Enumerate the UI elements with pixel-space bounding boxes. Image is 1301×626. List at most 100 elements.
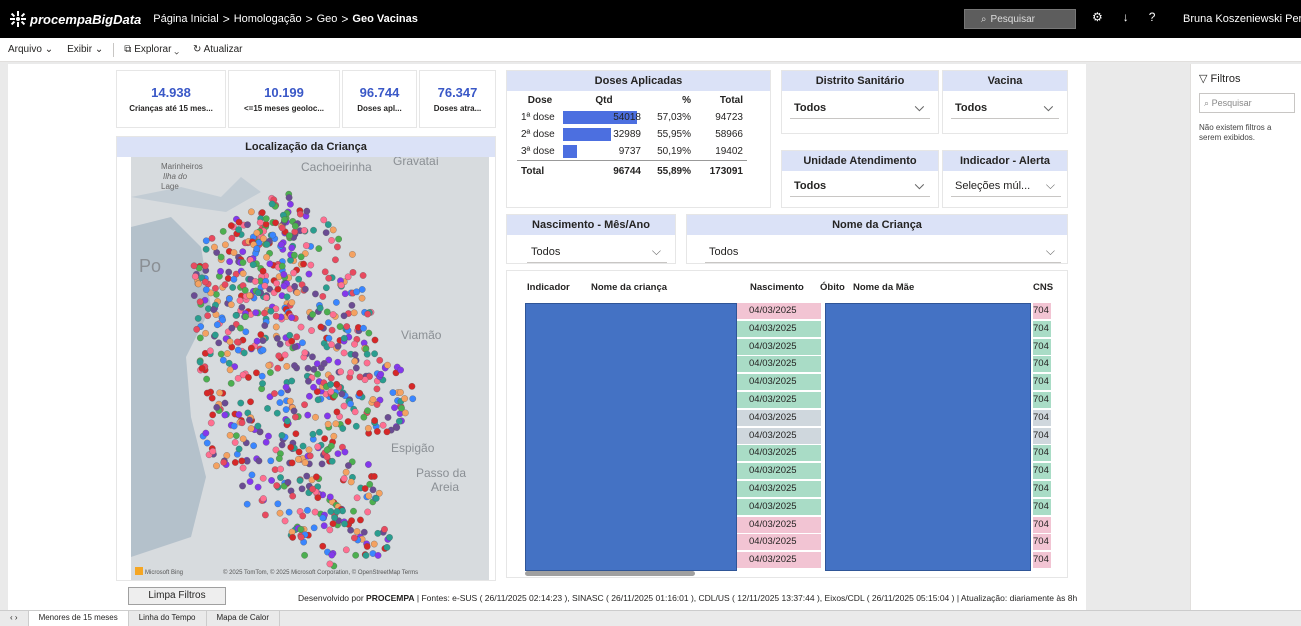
map-point[interactable] bbox=[208, 234, 216, 242]
map-point[interactable] bbox=[288, 299, 296, 306]
map-point[interactable] bbox=[364, 424, 372, 432]
map-point[interactable] bbox=[280, 282, 288, 290]
map-point[interactable] bbox=[230, 422, 238, 430]
map-point[interactable] bbox=[227, 379, 235, 387]
map-point[interactable] bbox=[341, 290, 349, 298]
map-point[interactable] bbox=[350, 309, 358, 317]
map-point[interactable] bbox=[339, 425, 347, 432]
map-point[interactable] bbox=[409, 395, 417, 403]
map-point[interactable] bbox=[289, 534, 296, 541]
map-point[interactable] bbox=[258, 372, 266, 380]
map-point[interactable] bbox=[301, 401, 308, 409]
col-obito[interactable]: Óbito bbox=[820, 282, 845, 293]
map-point[interactable] bbox=[300, 260, 307, 268]
map-point[interactable] bbox=[282, 406, 290, 413]
map-point[interactable] bbox=[351, 351, 359, 359]
map-point[interactable] bbox=[307, 261, 315, 269]
map-point[interactable] bbox=[325, 334, 333, 342]
map-point[interactable] bbox=[190, 262, 198, 270]
map-point[interactable] bbox=[245, 374, 252, 381]
map-point[interactable] bbox=[333, 508, 341, 515]
map-point[interactable] bbox=[322, 284, 330, 292]
map-point[interactable] bbox=[349, 251, 356, 258]
map-point[interactable] bbox=[345, 462, 352, 469]
map-point[interactable] bbox=[220, 459, 228, 466]
map-point[interactable] bbox=[235, 411, 243, 418]
map-point[interactable] bbox=[309, 485, 316, 493]
map-point[interactable] bbox=[219, 356, 227, 364]
indicador-dropdown[interactable]: Seleções múl... ⌵ bbox=[951, 175, 1061, 197]
map-point[interactable] bbox=[374, 428, 381, 435]
map-point[interactable] bbox=[304, 506, 311, 514]
map-point[interactable] bbox=[226, 258, 233, 265]
map-point[interactable] bbox=[253, 229, 261, 237]
map-point[interactable] bbox=[278, 441, 286, 449]
map-point[interactable] bbox=[267, 369, 274, 376]
map-point[interactable] bbox=[244, 221, 251, 229]
map-point[interactable] bbox=[363, 543, 371, 550]
map-point[interactable] bbox=[329, 311, 337, 318]
map-point[interactable] bbox=[372, 495, 380, 502]
map-point[interactable] bbox=[326, 526, 334, 534]
map-point[interactable] bbox=[224, 350, 231, 357]
map-point[interactable] bbox=[356, 389, 363, 397]
map-point[interactable] bbox=[234, 374, 242, 382]
map-point[interactable] bbox=[209, 411, 217, 419]
map-point[interactable] bbox=[277, 474, 284, 481]
map-point[interactable] bbox=[334, 243, 341, 251]
map-point[interactable] bbox=[286, 397, 294, 405]
map-point[interactable] bbox=[202, 329, 209, 337]
map-point[interactable] bbox=[265, 432, 272, 440]
map-point[interactable] bbox=[193, 326, 201, 333]
map-point[interactable] bbox=[288, 314, 295, 321]
map-point[interactable] bbox=[276, 340, 284, 348]
map-point[interactable] bbox=[383, 544, 391, 551]
map-point[interactable] bbox=[274, 335, 281, 342]
map-point[interactable] bbox=[225, 359, 233, 367]
map-point[interactable] bbox=[351, 340, 358, 348]
map-point[interactable] bbox=[316, 428, 323, 436]
map-point[interactable] bbox=[342, 468, 350, 476]
map-point[interactable] bbox=[299, 512, 307, 520]
map-point[interactable] bbox=[374, 530, 382, 537]
map-point[interactable] bbox=[408, 382, 416, 390]
map-point[interactable] bbox=[201, 278, 209, 286]
map-point[interactable] bbox=[297, 253, 305, 261]
map-point[interactable] bbox=[352, 551, 360, 559]
map-point[interactable] bbox=[312, 413, 319, 421]
map-point[interactable] bbox=[358, 294, 366, 302]
map-point[interactable] bbox=[288, 337, 296, 345]
map-point[interactable] bbox=[293, 289, 301, 296]
map-point[interactable] bbox=[303, 242, 310, 249]
map-point[interactable] bbox=[340, 334, 348, 342]
map-point[interactable] bbox=[226, 295, 233, 303]
map-point[interactable] bbox=[247, 398, 254, 406]
map-point[interactable] bbox=[290, 407, 298, 415]
map-point[interactable] bbox=[234, 346, 242, 354]
slicer-vacina[interactable]: Vacina Todos ⌵ bbox=[942, 70, 1068, 134]
map-point[interactable] bbox=[395, 417, 403, 425]
map-point[interactable] bbox=[384, 361, 391, 369]
map-point[interactable] bbox=[276, 399, 284, 406]
map-point[interactable] bbox=[327, 388, 335, 396]
breadcrumb-item-homologacao[interactable]: Homologação bbox=[234, 13, 302, 25]
map-point[interactable] bbox=[275, 352, 283, 360]
map-point[interactable] bbox=[329, 226, 337, 234]
map-point[interactable] bbox=[252, 278, 259, 285]
map-point[interactable] bbox=[231, 459, 239, 466]
map-point[interactable] bbox=[353, 494, 361, 502]
map-point[interactable] bbox=[352, 364, 360, 372]
map-point[interactable] bbox=[274, 500, 282, 508]
map-point[interactable] bbox=[327, 381, 334, 388]
map-point[interactable] bbox=[374, 552, 382, 559]
map-point[interactable] bbox=[357, 516, 364, 524]
col-pct[interactable]: % bbox=[645, 91, 695, 109]
map-point[interactable] bbox=[328, 237, 335, 244]
map-point[interactable] bbox=[238, 419, 246, 427]
map-point[interactable] bbox=[235, 445, 243, 453]
map-point[interactable] bbox=[272, 312, 280, 320]
map-point[interactable] bbox=[219, 228, 227, 235]
brand[interactable]: procempaBigData bbox=[10, 11, 141, 27]
map-point[interactable] bbox=[298, 485, 306, 493]
map-point[interactable] bbox=[252, 309, 260, 316]
